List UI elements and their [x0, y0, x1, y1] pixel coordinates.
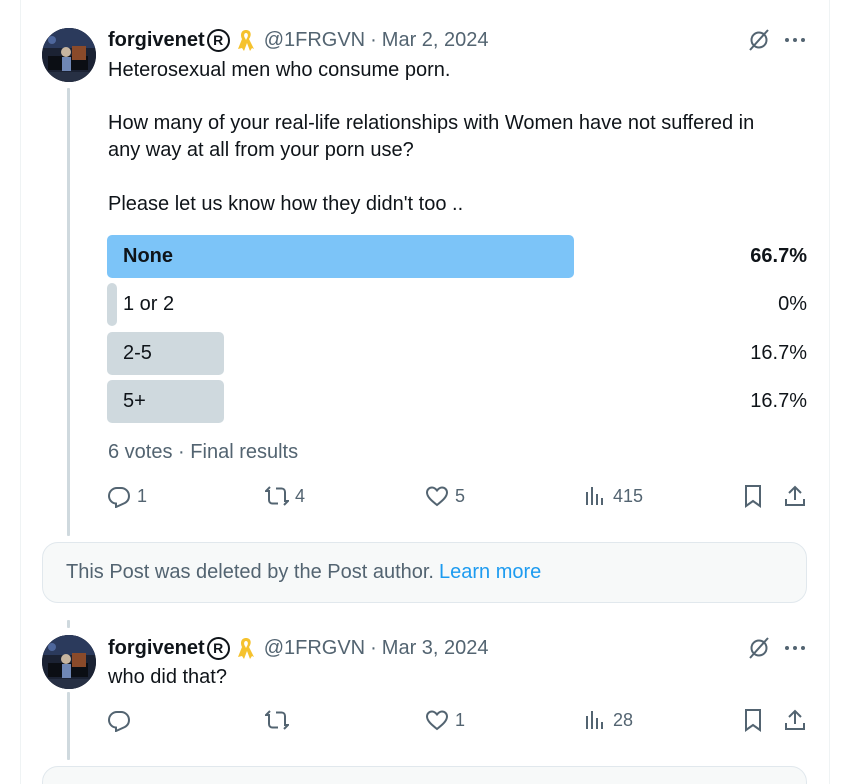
poll-option: 1 or 2 0%	[107, 283, 807, 326]
repost-button[interactable]	[265, 705, 295, 735]
registered-mark: R	[206, 636, 230, 660]
yellow-ribbon-icon	[236, 636, 256, 660]
bookmark-button[interactable]	[741, 481, 765, 511]
share-icon	[785, 485, 805, 506]
views-icon	[586, 487, 603, 505]
action-bar: 1 4 5 415	[107, 481, 809, 511]
poll-bar	[107, 235, 574, 278]
reply-button[interactable]: 1	[107, 481, 147, 511]
like-count: 5	[455, 485, 466, 506]
poll-option-label: 2-5	[123, 342, 152, 364]
reply-icon	[107, 711, 131, 732]
share-button[interactable]	[783, 705, 807, 735]
poll-summary: 6 votes · Final results	[108, 441, 298, 464]
thread-line	[67, 620, 70, 628]
thread-line	[67, 88, 70, 536]
repost-count: 4	[295, 485, 306, 506]
separator-dot: ·	[370, 636, 377, 659]
views-icon	[586, 711, 603, 729]
post-text-line: Please let us know how they didn't too .…	[108, 193, 464, 215]
share-icon	[785, 709, 805, 730]
views-button[interactable]: 28	[583, 705, 633, 735]
repost-button[interactable]: 4	[265, 481, 305, 511]
more-icon[interactable]	[783, 636, 807, 660]
user-handle[interactable]: @1FRGVN	[264, 29, 365, 52]
heart-icon	[425, 486, 449, 507]
user-handle[interactable]: @1FRGVN	[264, 637, 365, 660]
poll-option-percent: 16.7%	[750, 342, 807, 364]
reply-icon	[107, 487, 131, 508]
reply-count: 1	[137, 485, 148, 506]
bookmark-icon	[745, 485, 761, 508]
bookmark-icon	[745, 709, 761, 732]
poll-option-label: None	[123, 245, 173, 267]
like-button[interactable]: 1	[425, 705, 465, 735]
grok-icon[interactable]	[748, 29, 770, 51]
view-count: 415	[613, 485, 644, 506]
repost-icon	[265, 710, 289, 730]
poll-option: 2-5 16.7%	[107, 332, 807, 375]
registered-mark: R	[206, 28, 230, 52]
poll-votes: 6 votes	[108, 441, 173, 463]
poll-option-percent: 66.7%	[750, 245, 807, 267]
post-text-line: who did that?	[108, 666, 227, 688]
deleted-notice-text: This Post was deleted by the Post author…	[66, 561, 434, 583]
like-count: 1	[455, 709, 466, 730]
post-text-line: any way at all from your porn use?	[108, 139, 414, 161]
poll-option: None 66.7%	[107, 235, 807, 278]
bookmark-button[interactable]	[741, 705, 765, 735]
share-button[interactable]	[783, 481, 807, 511]
separator-dot: ·	[178, 441, 185, 463]
reply-button[interactable]	[107, 705, 137, 735]
grok-icon[interactable]	[748, 637, 770, 659]
post-date[interactable]: Mar 3, 2024	[382, 637, 489, 660]
heart-icon	[425, 710, 449, 731]
like-button[interactable]: 5	[425, 481, 465, 511]
post-date[interactable]: Mar 2, 2024	[382, 29, 489, 52]
poll-bar	[107, 283, 117, 326]
poll-option: 5+ 16.7%	[107, 380, 807, 423]
poll-status: Final results	[190, 441, 299, 463]
deleted-post-notice: This Post was deleted by the Post author…	[42, 542, 807, 603]
post-header: forgivenet R @1FRGVN · Mar 3, 2024	[108, 636, 489, 660]
poll-option-label: 5+	[123, 390, 146, 412]
poll-option-percent: 16.7%	[750, 390, 807, 412]
views-button[interactable]: 415	[583, 481, 643, 511]
repost-icon	[265, 486, 289, 506]
poll-option-label: 1 or 2	[123, 293, 175, 315]
post-text-line: Heterosexual men who consume porn.	[108, 59, 451, 81]
poll-option-percent: 0%	[778, 293, 807, 315]
more-icon[interactable]	[783, 28, 807, 52]
yellow-ribbon-icon	[236, 28, 256, 52]
avatar[interactable]	[42, 635, 96, 689]
separator-dot: ·	[370, 28, 377, 51]
post-text-line: How many of your real-life relationships…	[108, 112, 755, 134]
next-post-card	[42, 766, 807, 784]
display-name[interactable]: forgivenet	[108, 29, 205, 52]
avatar[interactable]	[42, 28, 96, 82]
display-name[interactable]: forgivenet	[108, 637, 205, 660]
view-count: 28	[613, 709, 634, 730]
thread-line	[67, 692, 70, 760]
learn-more-link[interactable]: Learn more	[439, 561, 541, 584]
action-bar: 1 28	[107, 705, 809, 735]
post-header: forgivenet R @1FRGVN · Mar 2, 2024	[108, 28, 489, 52]
